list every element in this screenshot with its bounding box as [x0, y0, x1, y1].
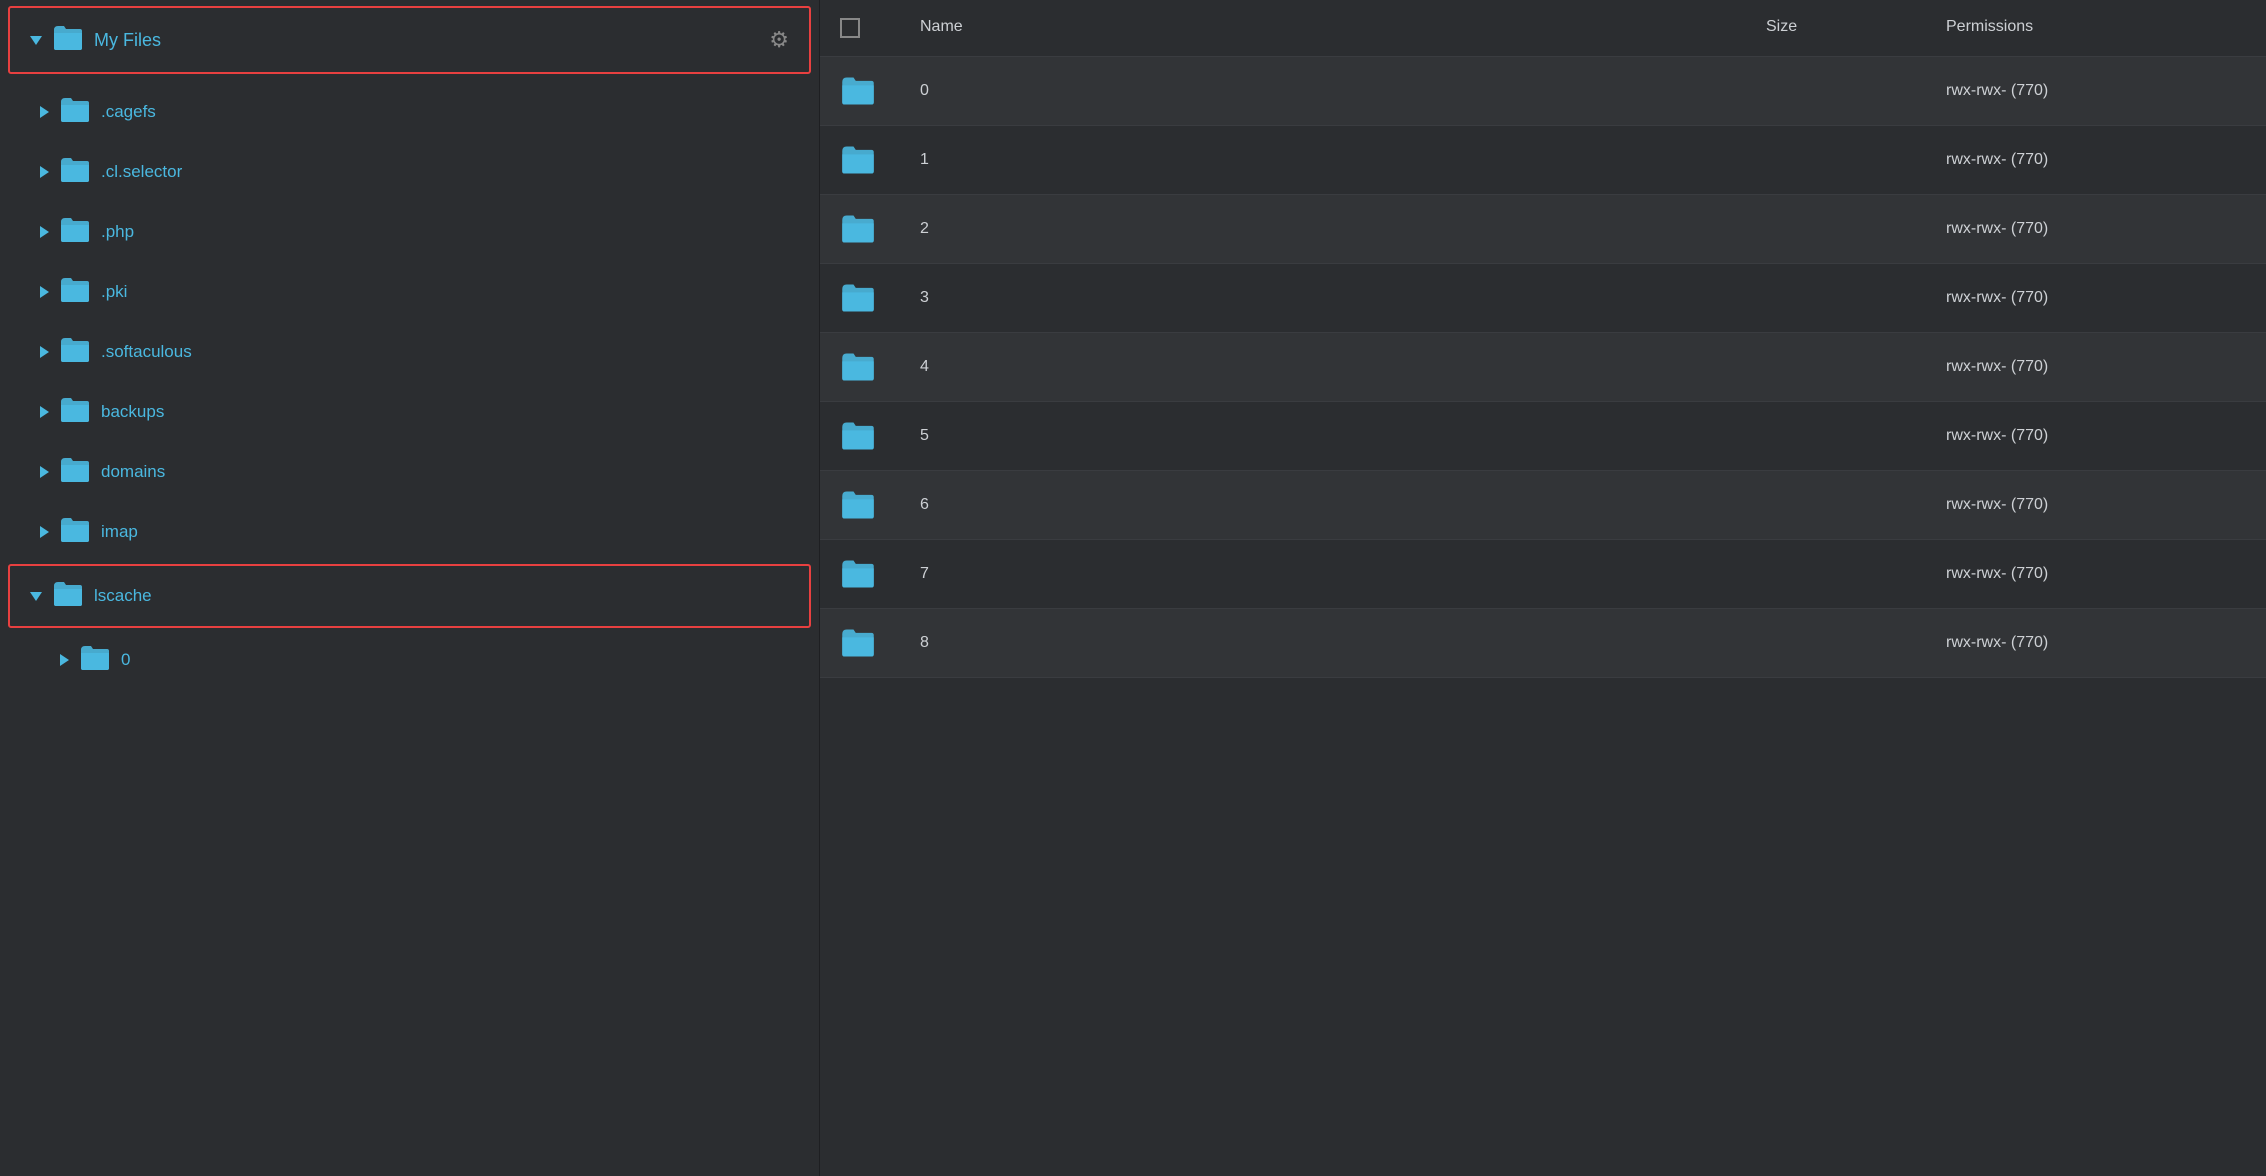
folder-icon [52, 24, 84, 56]
row-name: 0 [920, 82, 1766, 100]
chevron-right-icon [60, 654, 69, 666]
table-row[interactable]: 8 rwx-rwx- (770) [820, 609, 2266, 678]
row-permissions: rwx-rwx- (770) [1946, 427, 2246, 445]
checkbox-header-cell[interactable] [840, 18, 920, 38]
tree-item-pki[interactable]: .pki [0, 262, 819, 322]
row-folder-icon [840, 351, 920, 383]
row-folder-icon [840, 627, 920, 659]
folder-icon [59, 396, 91, 428]
tree-item-clselector[interactable]: .cl.selector [0, 142, 819, 202]
tree-item-lscache-child-0[interactable]: 0 [0, 630, 819, 690]
right-panel: Name Size Permissions 0 rwx-rwx- (770) 1 [820, 0, 2266, 1176]
table-row[interactable]: 4 rwx-rwx- (770) [820, 333, 2266, 402]
tree-item-label: imap [101, 522, 138, 542]
table-row[interactable]: 3 rwx-rwx- (770) [820, 264, 2266, 333]
tree-item-label: backups [101, 402, 164, 422]
chevron-right-icon [40, 106, 49, 118]
row-permissions: rwx-rwx- (770) [1946, 151, 2246, 169]
my-files-label: My Files [94, 30, 161, 51]
tree-item-label: .softaculous [101, 342, 192, 362]
tree-item-imap[interactable]: imap [0, 502, 819, 562]
folder-icon [59, 336, 91, 368]
chevron-right-icon [40, 466, 49, 478]
tree-list: .cagefs .cl.selector .php [0, 78, 819, 694]
tree-item-php[interactable]: .php [0, 202, 819, 262]
row-permissions: rwx-rwx- (770) [1946, 289, 2246, 307]
tree-item-cagefs[interactable]: .cagefs [0, 82, 819, 142]
tree-item-label: .cagefs [101, 102, 156, 122]
size-column-header: Size [1766, 18, 1946, 38]
tree-item-label: .php [101, 222, 134, 242]
chevron-right-icon [40, 226, 49, 238]
table-body: 0 rwx-rwx- (770) 1 rwx-rwx- (770) 2 [820, 57, 2266, 678]
table-row[interactable]: 0 rwx-rwx- (770) [820, 57, 2266, 126]
table-row[interactable]: 6 rwx-rwx- (770) [820, 471, 2266, 540]
folder-icon [59, 156, 91, 188]
gear-icon[interactable]: ⚙ [769, 27, 789, 53]
row-permissions: rwx-rwx- (770) [1946, 220, 2246, 238]
row-name: 3 [920, 289, 1766, 307]
chevron-down-icon [30, 592, 42, 601]
my-files-root-left: My Files [30, 24, 161, 56]
permissions-column-header: Permissions [1946, 18, 2246, 38]
folder-icon [59, 516, 91, 548]
row-folder-icon [840, 75, 920, 107]
table-row[interactable]: 1 rwx-rwx- (770) [820, 126, 2266, 195]
chevron-right-icon [40, 526, 49, 538]
folder-icon [59, 456, 91, 488]
my-files-root-item[interactable]: My Files ⚙ [8, 6, 811, 74]
table-header: Name Size Permissions [820, 0, 2266, 57]
row-folder-icon [840, 213, 920, 245]
folder-icon [79, 644, 111, 676]
row-name: 8 [920, 634, 1766, 652]
tree-item-domains[interactable]: domains [0, 442, 819, 502]
tree-item-lscache[interactable]: lscache [8, 564, 811, 628]
folder-icon [59, 216, 91, 248]
row-name: 1 [920, 151, 1766, 169]
row-name: 6 [920, 496, 1766, 514]
row-folder-icon [840, 144, 920, 176]
row-permissions: rwx-rwx- (770) [1946, 565, 2246, 583]
select-all-checkbox[interactable] [840, 18, 860, 38]
row-permissions: rwx-rwx- (770) [1946, 496, 2246, 514]
folder-icon [59, 96, 91, 128]
chevron-right-icon [40, 166, 49, 178]
tree-item-label: 0 [121, 650, 130, 670]
folder-icon [59, 276, 91, 308]
tree-item-softaculous[interactable]: .softaculous [0, 322, 819, 382]
chevron-right-icon [40, 406, 49, 418]
tree-item-backups[interactable]: backups [0, 382, 819, 442]
row-name: 4 [920, 358, 1766, 376]
row-name: 7 [920, 565, 1766, 583]
chevron-right-icon [40, 286, 49, 298]
table-row[interactable]: 7 rwx-rwx- (770) [820, 540, 2266, 609]
row-name: 2 [920, 220, 1766, 238]
tree-item-label: .cl.selector [101, 162, 182, 182]
chevron-down-icon[interactable] [30, 36, 42, 45]
row-permissions: rwx-rwx- (770) [1946, 634, 2246, 652]
folder-icon [52, 580, 84, 612]
row-permissions: rwx-rwx- (770) [1946, 82, 2246, 100]
table-row[interactable]: 5 rwx-rwx- (770) [820, 402, 2266, 471]
table-row[interactable]: 2 rwx-rwx- (770) [820, 195, 2266, 264]
row-name: 5 [920, 427, 1766, 445]
name-column-header: Name [920, 18, 1766, 38]
row-folder-icon [840, 420, 920, 452]
row-permissions: rwx-rwx- (770) [1946, 358, 2246, 376]
lscache-label: lscache [94, 586, 152, 606]
tree-item-label: .pki [101, 282, 127, 302]
chevron-right-icon [40, 346, 49, 358]
tree-item-label: domains [101, 462, 165, 482]
row-folder-icon [840, 489, 920, 521]
row-folder-icon [840, 558, 920, 590]
row-folder-icon [840, 282, 920, 314]
left-panel: My Files ⚙ .cagefs . [0, 0, 820, 1176]
